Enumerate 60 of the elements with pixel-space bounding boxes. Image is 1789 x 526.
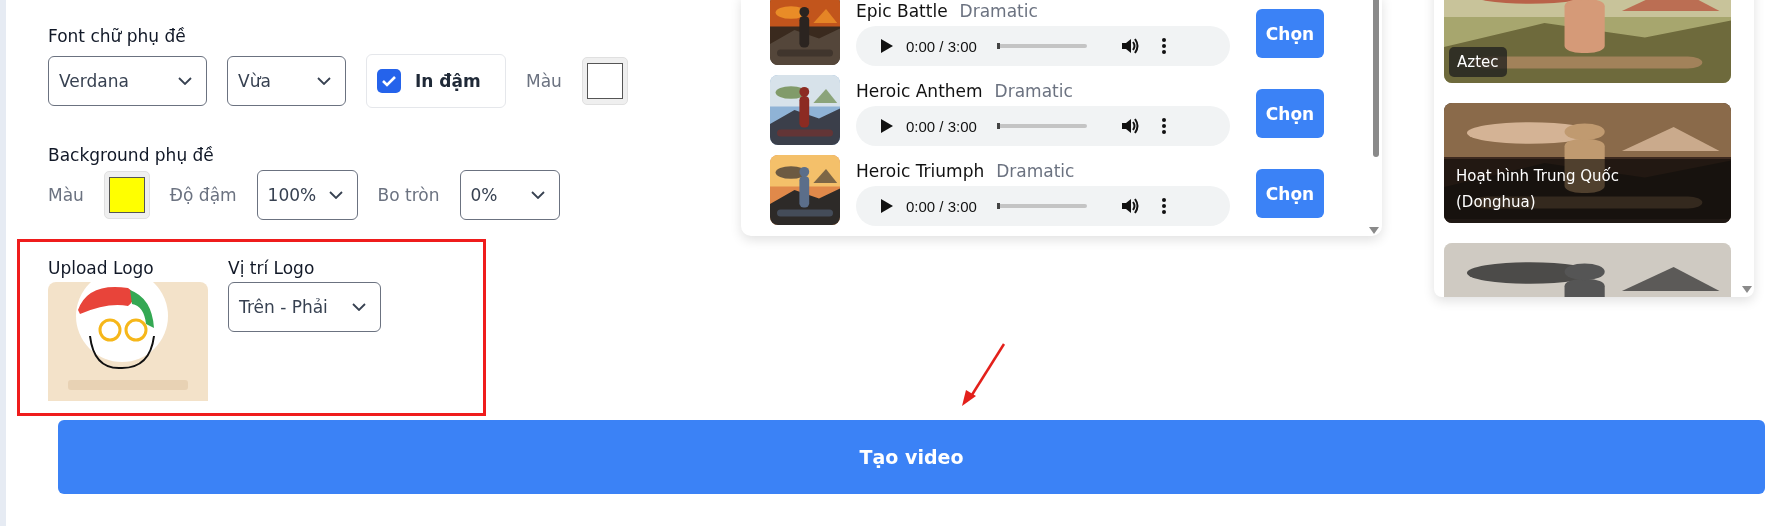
track-title: Heroic Anthem bbox=[856, 80, 983, 102]
track-genre: Dramatic bbox=[996, 160, 1075, 182]
scroll-down-icon[interactable] bbox=[1369, 227, 1379, 234]
more-icon[interactable] bbox=[1160, 197, 1167, 215]
field-label: Vị trí Logo bbox=[228, 257, 316, 279]
checkbox-label: In đậm bbox=[415, 71, 481, 91]
progress-thumb[interactable] bbox=[996, 123, 1000, 129]
bold-option[interactable]: In đậm bbox=[366, 54, 506, 108]
dropdown[interactable]: 100% bbox=[256, 170, 358, 220]
progress-thumb[interactable] bbox=[996, 43, 1000, 49]
scroll-down-icon[interactable] bbox=[1742, 286, 1752, 293]
audio-player[interactable]: 0:00 / 3:00 bbox=[856, 26, 1230, 66]
field-label: Màu bbox=[526, 71, 562, 91]
color-swatch[interactable] bbox=[103, 171, 150, 219]
style-caption: Hoạt hình Trung Quốc (Donghua) bbox=[1456, 166, 1620, 213]
track-genre: Dramatic bbox=[994, 80, 1073, 102]
create-video-button[interactable]: Tạo video bbox=[58, 420, 1765, 494]
check-icon bbox=[381, 74, 397, 88]
chevron-icon bbox=[317, 77, 331, 85]
choose-button[interactable]: Chọn bbox=[1256, 169, 1324, 218]
field-label: Upload Logo bbox=[48, 257, 155, 279]
time-text: 0:00 / 3:00 bbox=[906, 197, 977, 215]
style-caption: Aztec bbox=[1449, 47, 1507, 77]
section-label: Background phụ đề bbox=[48, 144, 215, 166]
audio-player[interactable]: 0:00 / 3:00 bbox=[856, 106, 1230, 146]
time-text: 0:00 / 3:00 bbox=[906, 37, 977, 55]
section-label: Font chữ phụ đề bbox=[48, 25, 187, 47]
field-label: Bo tròn bbox=[377, 185, 440, 205]
dropdown[interactable]: Verdana bbox=[48, 56, 207, 106]
progress-track[interactable] bbox=[996, 204, 1087, 208]
choose-button[interactable]: Chọn bbox=[1256, 89, 1324, 138]
chevron-icon bbox=[352, 303, 366, 311]
progress-track[interactable] bbox=[996, 44, 1087, 48]
progress-thumb[interactable] bbox=[996, 203, 1000, 209]
audio-player[interactable]: 0:00 / 3:00 bbox=[856, 186, 1230, 226]
volume-icon[interactable] bbox=[1120, 197, 1139, 215]
scrollbar-thumb[interactable] bbox=[1373, 0, 1379, 157]
color-swatch[interactable] bbox=[581, 57, 628, 105]
time-text: 0:00 / 3:00 bbox=[906, 117, 977, 135]
dropdown[interactable]: Trên - Phải bbox=[228, 282, 381, 332]
checkbox[interactable] bbox=[377, 69, 401, 93]
volume-icon[interactable] bbox=[1120, 117, 1139, 135]
track-title: Heroic Triumph bbox=[856, 160, 985, 182]
track-genre: Dramatic bbox=[959, 0, 1038, 22]
chevron-icon bbox=[328, 191, 343, 199]
field-label: Độ đậm bbox=[169, 185, 237, 205]
choose-button[interactable]: Chọn bbox=[1256, 9, 1324, 58]
chevron-icon bbox=[530, 191, 545, 199]
more-icon[interactable] bbox=[1160, 117, 1167, 135]
dropdown[interactable]: 0% bbox=[459, 170, 560, 220]
play-icon[interactable] bbox=[880, 198, 894, 214]
play-icon[interactable] bbox=[880, 118, 894, 134]
chevron-icon bbox=[178, 77, 192, 85]
track-title: Epic Battle bbox=[856, 0, 948, 22]
field-label: Màu bbox=[48, 185, 84, 205]
play-icon[interactable] bbox=[880, 38, 894, 54]
volume-icon[interactable] bbox=[1120, 37, 1139, 55]
progress-track[interactable] bbox=[996, 124, 1087, 128]
more-icon[interactable] bbox=[1160, 37, 1167, 55]
dropdown[interactable]: Vừa bbox=[227, 56, 346, 106]
